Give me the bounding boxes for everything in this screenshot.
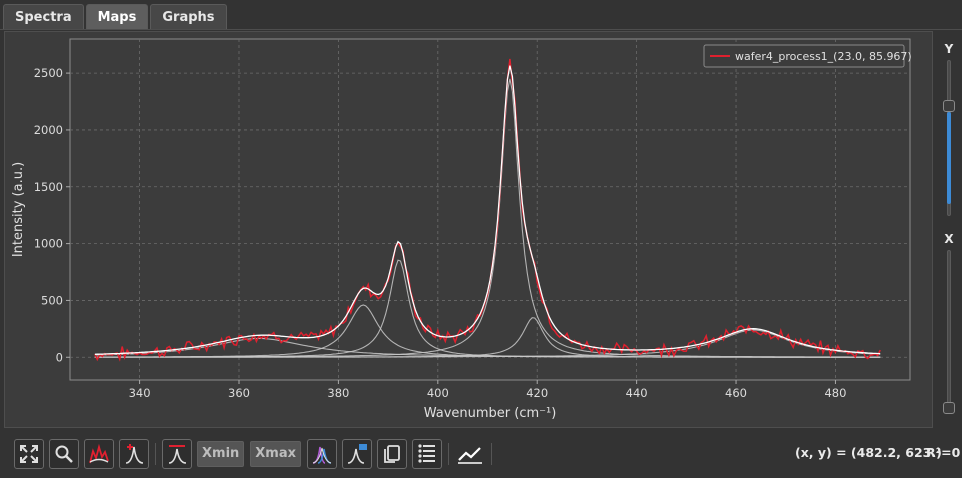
- y-axis-label: Intensity (a.u.): [11, 162, 26, 257]
- magnifier-icon: [55, 445, 73, 463]
- copy-icon: [384, 445, 400, 463]
- xmin-input[interactable]: Xmin: [197, 441, 245, 467]
- zoom-button[interactable]: [49, 439, 79, 469]
- cursor-coordinates: (x, y) = (482.2, 623.): [795, 445, 942, 460]
- y-tick-label: 2500: [34, 66, 63, 80]
- line-chart-icon: [458, 447, 483, 464]
- x-slider-track[interactable]: [947, 250, 951, 414]
- tab-maps[interactable]: Maps: [85, 4, 149, 29]
- baseline-button[interactable]: [84, 439, 114, 469]
- list-icon: [418, 444, 436, 463]
- tab-spectra[interactable]: Spectra: [3, 4, 84, 29]
- y-slider-label: Y: [944, 42, 954, 56]
- x-slider-label: X: [944, 232, 954, 246]
- x-axis-label: Wavenumber (cm⁻¹): [424, 406, 557, 421]
- y-tick-label: 1500: [34, 180, 63, 194]
- y-tick-label: 2000: [34, 123, 63, 137]
- y-tick-label: 500: [41, 293, 63, 307]
- expand-icon: [20, 445, 38, 463]
- baseline-spectrum-icon: [89, 443, 109, 464]
- plot-frame: 340 360 380 400 420 440 460 480 0 500 1000 1500 2000…: [4, 31, 933, 428]
- range-peak-icon: [168, 445, 187, 464]
- xmax-input[interactable]: Xmax: [250, 441, 302, 467]
- multi-peak-icon: [312, 446, 332, 464]
- toolbar-separator: [448, 443, 450, 465]
- y-tick-label: 1000: [34, 237, 63, 251]
- y-tick-label: 0: [56, 350, 63, 364]
- plot-style-button[interactable]: [455, 439, 485, 469]
- zoom-fit-button[interactable]: [14, 439, 44, 469]
- app-window: Spectra Maps Graphs 340 360 380 400 420 440 46…: [0, 0, 962, 478]
- toolbar: Xmin Xmax: [14, 438, 498, 470]
- y-slider-fill: [947, 112, 951, 204]
- x-tick-label: 480: [824, 386, 846, 400]
- y-slider-handle[interactable]: [943, 100, 955, 113]
- x-tick-label: 440: [626, 386, 648, 400]
- tab-divider: [0, 29, 962, 30]
- add-peak-button[interactable]: [119, 439, 149, 469]
- list-button[interactable]: [412, 439, 443, 469]
- peak-settings-icon: [347, 444, 368, 464]
- x-tick-label: 340: [129, 386, 151, 400]
- x-tick-label: 400: [427, 386, 449, 400]
- x-tick-label: 460: [725, 386, 747, 400]
- plot-area: [69, 38, 911, 381]
- tab-graphs[interactable]: Graphs: [150, 4, 227, 29]
- toolbar-separator: [491, 443, 493, 465]
- legend-label: wafer4_process1_(23.0, 85.967): [735, 50, 912, 63]
- xrange-button[interactable]: [162, 439, 192, 469]
- fit-peaks-button[interactable]: [307, 439, 338, 469]
- x-tick-label: 380: [327, 386, 349, 400]
- spectrum-chart[interactable]: 340 360 380 400 420 440 460 480 0 500 1000 1500 2000…: [5, 32, 934, 429]
- x-tick-label: 360: [228, 386, 250, 400]
- x-slider-handle[interactable]: [943, 402, 955, 414]
- r-squared-value: R²=0: [926, 445, 961, 460]
- tab-bar: Spectra Maps Graphs: [3, 4, 229, 29]
- copy-button[interactable]: [377, 439, 408, 469]
- add-peak-icon: [125, 444, 144, 464]
- toolbar-separator: [155, 443, 156, 465]
- fit-settings-button[interactable]: [342, 439, 373, 469]
- x-tick-label: 420: [526, 386, 548, 400]
